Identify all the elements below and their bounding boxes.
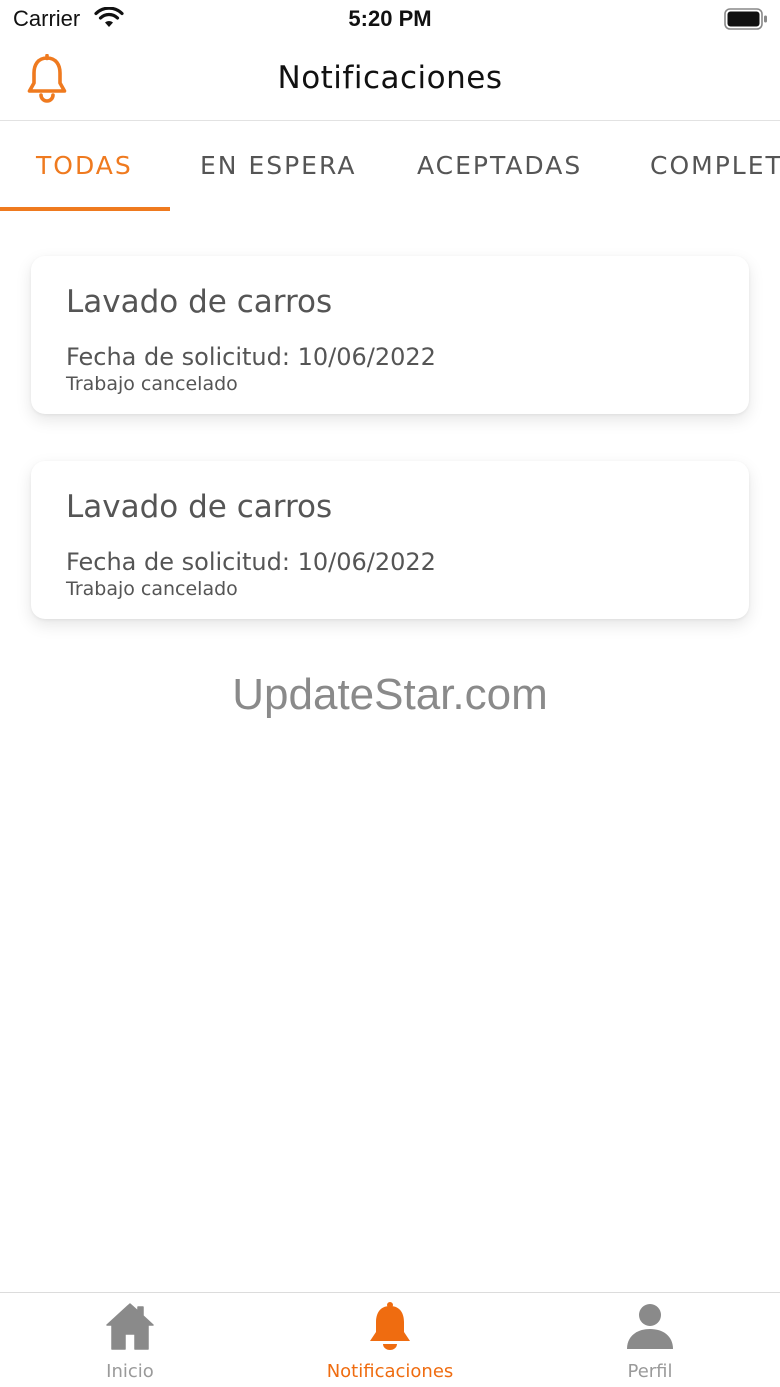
- filter-tabs: TODAS EN ESPERA ACEPTADAS COMPLETADAS: [0, 121, 780, 212]
- notification-status: Trabajo cancelado: [66, 578, 238, 600]
- tabbar-label-perfil: Perfil: [627, 1361, 673, 1382]
- tabbar-label-notificaciones: Notificaciones: [326, 1361, 454, 1382]
- bottom-tab-bar: Inicio Notificaciones Perfil: [0, 1292, 780, 1387]
- tab-en-espera[interactable]: EN ESPERA: [200, 151, 356, 180]
- notification-date: Fecha de solicitud: 10/06/2022: [66, 343, 436, 371]
- app-header: Notificaciones: [0, 40, 780, 121]
- tabbar-item-inicio[interactable]: Inicio: [0, 1293, 260, 1387]
- notification-title: Lavado de carros: [66, 489, 333, 525]
- home-icon: [105, 1301, 155, 1351]
- bell-icon: [365, 1301, 415, 1351]
- tab-todas[interactable]: TODAS: [36, 151, 133, 180]
- clock-time: 5:20 PM: [348, 6, 432, 31]
- tabbar-item-notificaciones[interactable]: Notificaciones: [260, 1293, 520, 1387]
- notification-card[interactable]: Lavado de carros Fecha de solicitud: 10/…: [31, 461, 749, 619]
- battery-icon: [724, 8, 768, 30]
- tabbar-item-perfil[interactable]: Perfil: [520, 1293, 780, 1387]
- tab-aceptadas[interactable]: ACEPTADAS: [417, 151, 582, 180]
- status-bar: Carrier 5:20 PM: [0, 0, 780, 40]
- notification-date: Fecha de solicitud: 10/06/2022: [66, 548, 436, 576]
- active-tab-indicator: [0, 207, 170, 211]
- notification-status: Trabajo cancelado: [66, 373, 238, 395]
- user-icon: [625, 1301, 675, 1351]
- notification-card[interactable]: Lavado de carros Fecha de solicitud: 10/…: [31, 256, 749, 414]
- watermark: UpdateStar.com: [232, 670, 548, 719]
- tab-completadas[interactable]: COMPLETADAS: [650, 151, 780, 180]
- page-title: Notificaciones: [277, 60, 503, 96]
- notification-title: Lavado de carros: [66, 284, 333, 320]
- tabbar-label-inicio: Inicio: [106, 1361, 154, 1382]
